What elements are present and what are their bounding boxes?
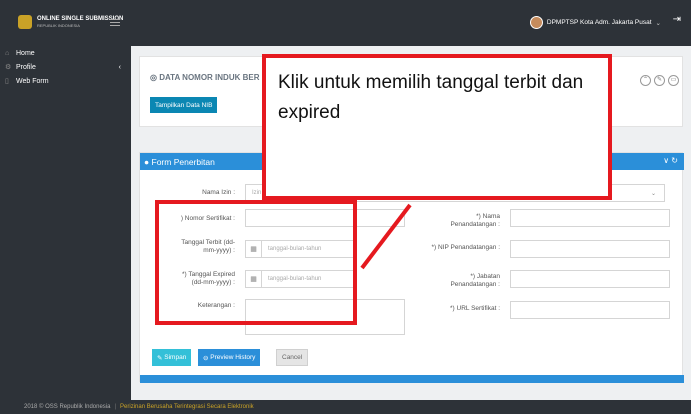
form-footer-bar [140,375,684,383]
nib-title-text: DATA NOMOR INDUK BER [159,73,260,82]
form-title: Form Penerbitan [151,156,215,167]
save-button-label: Simpan [164,354,187,361]
sidebar: ⌂ Home ⚙ Profile ‹ ▯ Web Form [0,46,131,400]
collapse-icon[interactable]: ∨ ↻ [663,156,678,165]
instruction-callout: Klik untuk memilih tanggal terbit dan ex… [262,54,612,200]
cancel-button[interactable]: Cancel [276,349,309,366]
footer-link[interactable]: Perizinan Berusaha Terintegrasi Secara E… [120,404,254,410]
upload-icon[interactable]: ⌃ [640,75,651,86]
gear-icon: ⚙ [5,64,12,71]
trash-icon[interactable]: ▭ [668,75,679,86]
oss-logo[interactable]: ONLINE SINGLE SUBMISSION REPUBLIK INDONE… [18,15,123,29]
sidebar-item-label: Web Form [16,77,49,85]
nip-penandatangan-label: *) NIP Penandatangan : [431,244,500,251]
pencil-icon: ✎ [157,354,165,362]
form-icon: ● [144,156,152,167]
nama-izin-label: Nama Izin : [202,189,235,196]
document-icon: ▯ [5,78,9,85]
nip-penandatangan-input[interactable] [510,240,670,258]
page-footer: 2018 © OSS Republik Indonesia | Perizina… [0,400,691,414]
footer-separator: | [114,404,117,410]
chevron-down-icon: ⌄ [650,190,656,197]
garuda-emblem-icon [18,15,32,29]
avatar [529,16,543,29]
sidebar-item-home[interactable]: ⌂ Home [0,46,131,60]
top-bar: ONLINE SINGLE SUBMISSION REPUBLIK INDONE… [0,0,691,46]
preview-history-button[interactable]: ⊖ Preview History [198,349,261,366]
save-button[interactable]: ✎ Simpan [152,349,192,366]
preview-button-label: Preview History [210,354,256,361]
copyright-text: 2018 © OSS Republik Indonesia [24,404,111,410]
edit-icon[interactable]: ✎ [654,75,665,86]
user-menu[interactable]: DPMPTSP Kota Adm. Jakarta Pusat ⌄ [529,16,661,29]
nama-izin-value: Izin [252,190,262,196]
nama-penandatangan-input[interactable] [510,209,670,227]
nib-card-title: ◎ DATA NOMOR INDUK BER [150,73,260,82]
sidebar-item-label: Profile [16,63,36,71]
sidebar-item-profile[interactable]: ⚙ Profile ‹ [0,60,131,74]
history-icon: ⊖ [203,354,211,362]
url-sertifikat-input[interactable] [510,301,670,319]
chevron-left-icon: ‹ [118,63,121,71]
jabatan-penandatangan-input[interactable] [510,270,670,288]
show-nib-button[interactable]: Tampilkan Data NIB [150,97,218,113]
hamburger-menu-icon[interactable] [110,19,120,26]
highlight-box [155,200,357,325]
sidebar-item-web-form[interactable]: ▯ Web Form [0,74,131,88]
sign-out-icon[interactable]: ⇥ [673,14,681,25]
user-name: DPMPTSP Kota Adm. Jakarta Pusat [546,19,652,26]
home-icon: ⌂ [5,49,10,57]
chevron-down-icon: ⌄ [655,19,661,27]
nama-penandatangan-label: *) Nama Penandatangan : [450,213,500,228]
sidebar-item-label: Home [16,49,35,57]
jabatan-penandatangan-label: *) Jabatan Penandatangan : [450,273,500,288]
url-sertifikat-label: *) URL Sertifikat : [450,305,500,312]
